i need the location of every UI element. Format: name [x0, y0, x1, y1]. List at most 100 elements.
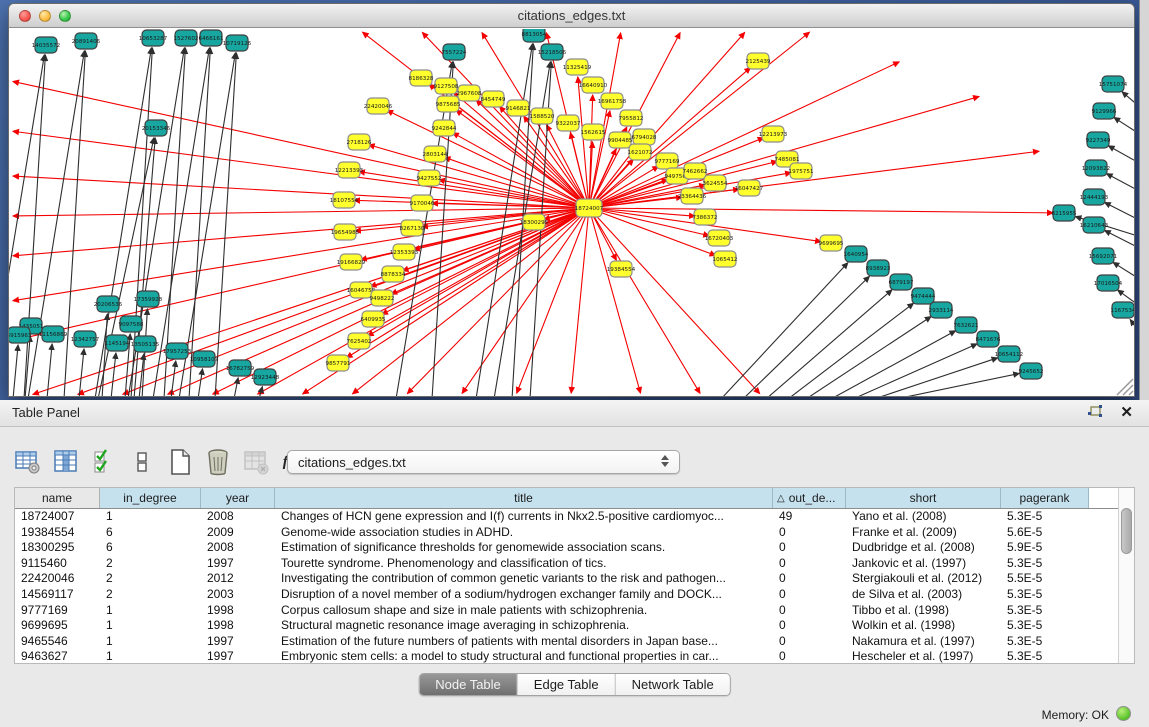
- graph-edge-red[interactable]: [589, 208, 700, 393]
- cell-short[interactable]: Hescheler et al. (1997): [846, 649, 1001, 665]
- graph-edge-black[interactable]: [896, 373, 1019, 396]
- cell-pagerank[interactable]: 5.3E-5: [1001, 618, 1089, 634]
- minimize-window-button[interactable]: [39, 10, 51, 22]
- graph-node[interactable]: 7625402: [347, 333, 372, 349]
- graph-node[interactable]: 12444193: [1080, 189, 1109, 205]
- cell-out-degree[interactable]: 0: [773, 649, 846, 665]
- graph-node[interactable]: 15218506: [538, 44, 567, 60]
- graph-node[interactable]: 16640910: [579, 77, 608, 93]
- graph-node[interactable]: 7955812: [619, 110, 644, 126]
- graph-node[interactable]: 1065412: [713, 251, 738, 267]
- cell-short[interactable]: Wolkin et al. (1998): [846, 618, 1001, 634]
- table-row[interactable]: 969969511998Structural magnetic resonanc…: [15, 618, 1134, 634]
- select-all-rows-icon[interactable]: [90, 447, 118, 477]
- graph-edge-black[interactable]: [1108, 146, 1134, 164]
- cell-year[interactable]: 2008: [201, 509, 275, 525]
- graph-node[interactable]: 9875685: [436, 96, 461, 112]
- cell-short[interactable]: Nakamura et al. (1997): [846, 634, 1001, 650]
- cell-pagerank[interactable]: 5.3E-5: [1001, 587, 1089, 603]
- cell-name[interactable]: 9699695: [15, 618, 100, 634]
- cell-out-degree[interactable]: 49: [773, 509, 846, 525]
- cell-name[interactable]: 9777169: [15, 603, 100, 619]
- graph-node[interactable]: 18107554: [330, 192, 359, 208]
- graph-node[interactable]: 14035572: [32, 37, 60, 53]
- graph-node[interactable]: 17359928: [134, 291, 163, 307]
- graph-node[interactable]: 2967608: [457, 85, 482, 101]
- graph-node[interactable]: 12342757: [71, 331, 100, 347]
- cell-pagerank[interactable]: 5.3E-5: [1001, 556, 1089, 572]
- zoom-window-button[interactable]: [59, 10, 71, 22]
- cell-year[interactable]: 1997: [201, 649, 275, 665]
- graph-node[interactable]: 9427552: [417, 170, 442, 186]
- column-header-in-degree[interactable]: in_degree: [100, 488, 201, 508]
- column-header-pagerank[interactable]: pagerank: [1001, 488, 1089, 508]
- table-options-icon[interactable]: [14, 447, 42, 477]
- graph-node[interactable]: 9245652: [1019, 363, 1044, 379]
- column-header-year[interactable]: year: [201, 488, 275, 508]
- graph-node[interactable]: 9170046: [410, 195, 435, 211]
- graph-node[interactable]: 1640954: [844, 246, 869, 262]
- cell-name[interactable]: 9465546: [15, 634, 100, 650]
- cell-name[interactable]: 22420046: [15, 571, 100, 587]
- cell-pagerank[interactable]: 5.9E-5: [1001, 540, 1089, 556]
- graph-node[interactable]: 8938923: [866, 260, 891, 276]
- graph-node[interactable]: 12923448: [251, 369, 280, 385]
- cell-name[interactable]: 9463627: [15, 649, 100, 665]
- resize-grip-icon[interactable]: [1117, 379, 1133, 395]
- graph-node[interactable]: 20206536: [94, 296, 123, 312]
- graph-node[interactable]: 16047427: [735, 180, 764, 196]
- graph-edge-black[interactable]: [98, 138, 154, 396]
- graph-node[interactable]: 7557224: [442, 44, 467, 60]
- graph-node[interactable]: 11325419: [563, 59, 592, 75]
- graph-node[interactable]: 12213973: [759, 126, 788, 142]
- graph-node[interactable]: 9904485: [608, 132, 633, 148]
- graph-edge-black[interactable]: [215, 53, 236, 396]
- cell-short[interactable]: Tibbo et al. (1998): [846, 603, 1001, 619]
- graph-node[interactable]: 3624554: [703, 175, 728, 191]
- delete-column-icon[interactable]: [204, 447, 232, 477]
- cell-title[interactable]: Investigating the contribution of common…: [275, 571, 773, 587]
- graph-edge-red[interactable]: [13, 208, 589, 341]
- graph-edge-black[interactable]: [1130, 320, 1134, 334]
- graph-node[interactable]: 8813054: [522, 29, 547, 42]
- cell-in-degree[interactable]: 1: [100, 603, 201, 619]
- cell-name[interactable]: 9115460: [15, 556, 100, 572]
- graph-node[interactable]: 9474444: [911, 288, 936, 304]
- graph-node[interactable]: 1562615: [581, 124, 606, 140]
- graph-edge-red[interactable]: [359, 172, 589, 208]
- graph-edge-black[interactable]: [24, 55, 45, 396]
- graph-edge-black[interactable]: [9, 55, 44, 396]
- graph-node[interactable]: 20153346: [142, 120, 171, 136]
- cell-out-degree[interactable]: 0: [773, 618, 846, 634]
- graph-edge-black[interactable]: [13, 345, 18, 396]
- cell-title[interactable]: Disruption of a novel member of a sodium…: [275, 587, 773, 603]
- cell-year[interactable]: 2008: [201, 540, 275, 556]
- cell-title[interactable]: Embryonic stem cells: a model to study s…: [275, 649, 773, 665]
- graph-node[interactable]: 9097588: [119, 316, 144, 332]
- graph-edge-red[interactable]: [571, 208, 589, 393]
- graph-node[interactable]: 17016504: [1094, 275, 1123, 291]
- cell-name[interactable]: 19384554: [15, 525, 100, 541]
- graph-edge-black[interactable]: [743, 276, 869, 396]
- network-canvas[interactable]: 2242004627181261221339318107554196549851…: [9, 29, 1134, 396]
- graph-node[interactable]: 6409935: [361, 311, 386, 327]
- column-header-name[interactable]: name: [15, 488, 100, 508]
- graph-node[interactable]: 1527602: [174, 30, 199, 46]
- graph-edge-black[interactable]: [831, 331, 955, 396]
- cell-in-degree[interactable]: 1: [100, 618, 201, 634]
- cell-pagerank[interactable]: 5.3E-5: [1001, 649, 1089, 665]
- column-header-short[interactable]: short: [846, 488, 1001, 508]
- graph-node[interactable]: 1167534: [1111, 302, 1134, 318]
- graph-node[interactable]: 22420046: [364, 98, 393, 114]
- graph-node[interactable]: 19654985: [331, 224, 360, 240]
- graph-edge-red[interactable]: [13, 131, 589, 208]
- window-titlebar[interactable]: citations_edges.txt: [9, 4, 1134, 28]
- cell-out-degree[interactable]: 0: [773, 587, 846, 603]
- cell-pagerank[interactable]: 5.6E-5: [1001, 525, 1089, 541]
- graph-edge-black[interactable]: [198, 369, 203, 396]
- graph-node[interactable]: 9498222: [370, 290, 395, 306]
- graph-edge-black[interactable]: [111, 353, 116, 396]
- cell-short[interactable]: Franke et al. (2009): [846, 525, 1001, 541]
- graph-node[interactable]: 2718126: [347, 134, 372, 150]
- cell-year[interactable]: 2009: [201, 525, 275, 541]
